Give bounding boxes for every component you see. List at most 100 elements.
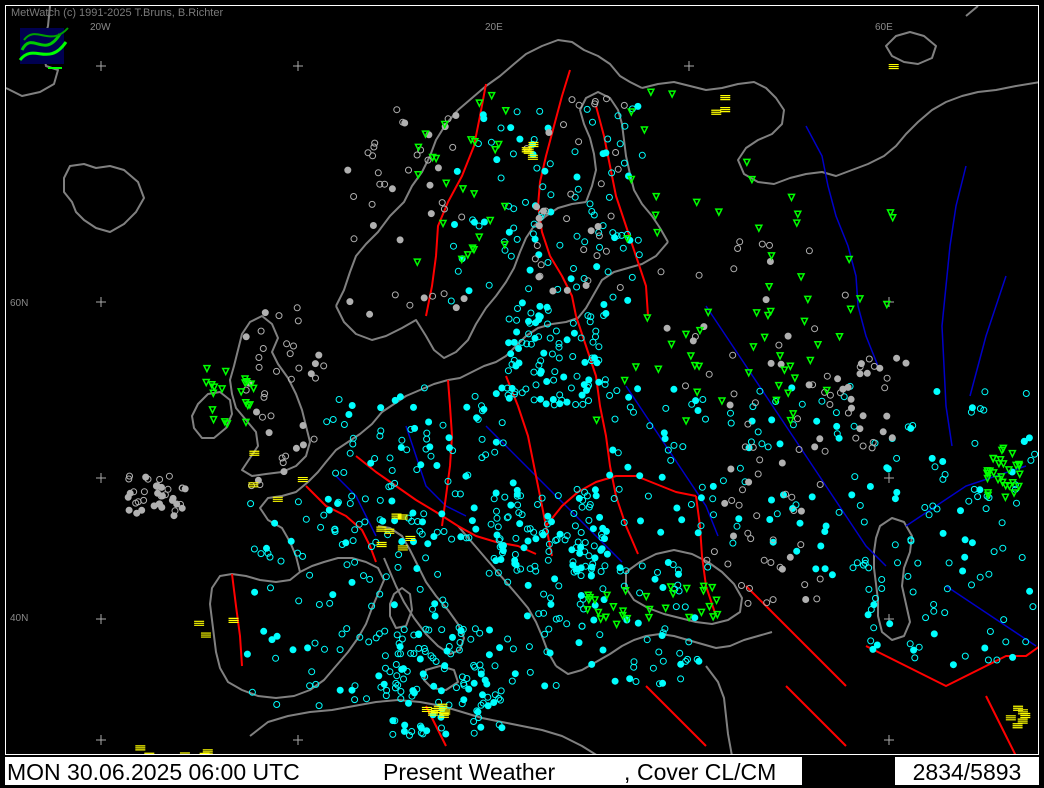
shower-marker (780, 366, 789, 375)
station-marker (413, 565, 421, 572)
station-marker (417, 724, 425, 732)
station-marker (939, 529, 947, 537)
station-marker (477, 670, 485, 678)
station-marker (505, 315, 513, 323)
station-marker (511, 670, 519, 678)
shower-marker (767, 252, 776, 261)
station-marker (556, 530, 564, 538)
station-marker (620, 101, 628, 109)
station-marker (999, 544, 1007, 552)
cover-label: Cover CL/CM (637, 759, 777, 785)
station-marker (510, 338, 518, 346)
station-marker (302, 515, 310, 523)
station-marker (689, 337, 697, 345)
station-marker (492, 438, 500, 446)
station-marker (410, 403, 417, 411)
station-marker (968, 539, 976, 547)
station-marker (593, 252, 601, 260)
shower-marker (714, 208, 724, 217)
station-marker (315, 351, 323, 359)
station-marker (423, 435, 431, 443)
station-marker (589, 338, 597, 346)
fog-marker (1017, 709, 1028, 715)
station-marker (413, 466, 421, 474)
station-marker (360, 572, 367, 580)
station-marker (753, 512, 761, 520)
station-marker (634, 619, 642, 627)
station-marker (389, 717, 397, 725)
station-marker (386, 454, 394, 462)
station-marker (840, 393, 848, 401)
weather-map[interactable]: MetWatch (c) 1991-2025 T.Bruns, B.Richte… (5, 5, 1039, 755)
shower-marker (682, 584, 691, 594)
station-marker (796, 519, 804, 527)
station-marker (832, 409, 840, 417)
station-marker (393, 631, 401, 639)
station-marker (537, 395, 544, 403)
station-marker (974, 493, 982, 501)
station-marker (1020, 438, 1028, 445)
station-marker (868, 444, 876, 452)
fog-symbols (135, 63, 1031, 754)
station-count-label: 2834/5893 (912, 759, 1022, 785)
station-marker (292, 444, 300, 452)
station-marker (509, 645, 517, 653)
station-marker (563, 215, 571, 223)
station-marker (513, 566, 521, 574)
station-marker (848, 404, 855, 412)
station-marker (423, 429, 431, 437)
station-marker (567, 190, 575, 198)
station-marker (523, 612, 531, 620)
shower-marker (846, 305, 855, 314)
station-marker (583, 386, 590, 394)
station-marker (133, 509, 141, 517)
station-marker (535, 222, 543, 230)
station-marker (343, 625, 351, 633)
copyright-label: MetWatch (c) 1991-2025 T.Bruns, B.Richte… (11, 7, 224, 19)
station-marker (727, 419, 735, 427)
station-marker (433, 462, 441, 469)
station-marker (507, 501, 515, 509)
station-marker (986, 628, 994, 635)
station-marker (426, 181, 434, 189)
shower-marker (681, 330, 691, 339)
station-marker (310, 435, 318, 443)
shower-marker (475, 233, 484, 242)
station-marker (375, 672, 383, 680)
station-marker (605, 193, 613, 201)
station-marker (828, 571, 836, 579)
station-marker (793, 547, 801, 555)
station-marker (479, 111, 487, 119)
station-marker (702, 415, 709, 423)
station-marker (577, 529, 585, 536)
station-marker (419, 518, 426, 526)
station-marker (491, 691, 499, 699)
station-marker (756, 456, 764, 464)
station-marker (294, 498, 302, 506)
station-marker (573, 283, 581, 291)
station-marker (968, 581, 975, 589)
station-marker (400, 626, 408, 634)
station-marker (573, 232, 581, 240)
station-marker (547, 600, 555, 608)
station-marker (593, 359, 601, 367)
station-marker (392, 661, 400, 668)
station-marker (957, 507, 964, 515)
shower-marker (592, 416, 601, 425)
station-marker (730, 265, 738, 273)
station-marker (784, 332, 792, 340)
station-marker (374, 169, 382, 177)
station-marker (591, 486, 599, 494)
station-marker (457, 533, 465, 541)
station-marker (391, 396, 399, 404)
station-marker (709, 482, 717, 490)
station-marker (914, 559, 922, 567)
fog-marker (888, 63, 899, 70)
station-marker (513, 328, 521, 336)
station-marker (500, 542, 507, 549)
station-marker (446, 444, 453, 452)
station-marker (343, 561, 351, 569)
station-marker (507, 252, 515, 260)
station-marker (501, 493, 509, 501)
station-marker (535, 273, 543, 281)
